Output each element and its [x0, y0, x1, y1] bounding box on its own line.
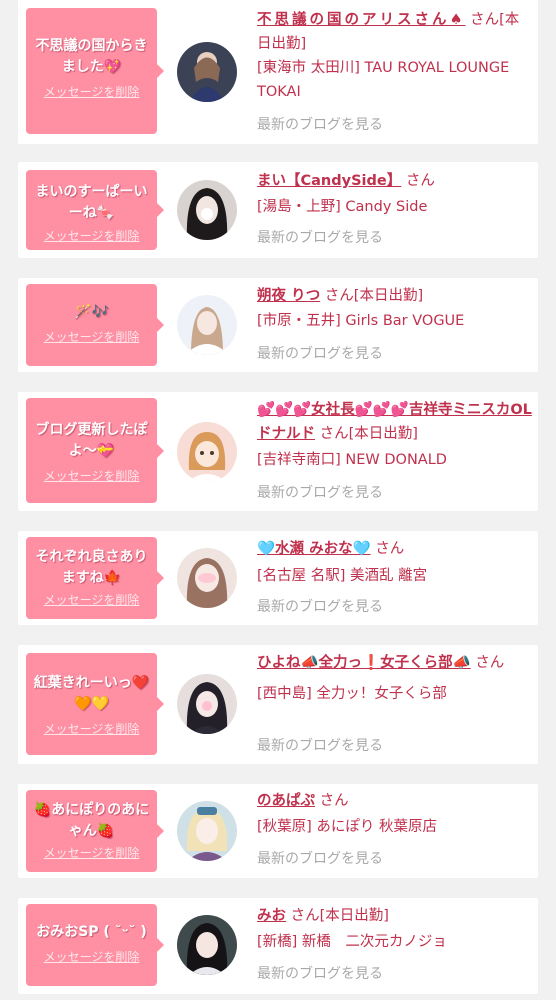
girl-status: さん	[370, 541, 405, 557]
message-text: 🪄🎶	[74, 304, 109, 320]
latest-blog-link[interactable]: 最新のブログを見る	[257, 849, 383, 869]
latest-blog-link[interactable]: 最新のブログを見る	[257, 597, 383, 617]
girl-name-link[interactable]: 不思議の国のアリスさん♠	[257, 12, 466, 28]
latest-blog-link[interactable]: 最新のブログを見る	[257, 228, 383, 248]
delete-message-link[interactable]: メッセージを削除	[32, 329, 151, 345]
message-text: まいのすーぱーいーね🍬	[35, 184, 148, 221]
girl-name-link[interactable]: みお	[257, 908, 286, 924]
shop-name: [吉祥寺南口] NEW DONALD	[257, 452, 447, 468]
delete-message-link[interactable]: メッセージを削除	[32, 228, 151, 244]
message-bubble: 🍓あにぽりのあにゃん🍓 メッセージを削除	[26, 790, 164, 872]
latest-blog-link[interactable]: 最新のブログを見る	[257, 736, 383, 756]
girl-info: 朔夜 りつ さん[本日出勤] [市原・五井] Girls Bar VOGUE	[257, 284, 532, 333]
avatar[interactable]	[177, 548, 237, 608]
girl-status: さん	[470, 655, 505, 671]
avatar[interactable]	[177, 422, 237, 482]
shop-name: [西中島] 全力ッ！女子くら部	[257, 686, 447, 702]
delete-message-link[interactable]: メッセージを削除	[32, 592, 151, 608]
avatar[interactable]	[177, 42, 237, 102]
avatar[interactable]	[177, 801, 237, 861]
girl-name-link[interactable]: まい【CandySide】	[257, 173, 401, 189]
shop-name: [名古屋 名駅] 美酒乱 離宮	[257, 568, 428, 584]
message-bubble: 紅葉きれーいっ❤️🧡💛 メッセージを削除	[26, 653, 164, 755]
list-item: まいのすーぱーいーね🍬 メッセージを削除 まい【CandySide】 さん [湯…	[18, 162, 538, 258]
list-item: 🪄🎶 メッセージを削除 朔夜 りつ さん[本日出勤] [市原・五井] Girls…	[18, 278, 538, 372]
delete-message-link[interactable]: メッセージを削除	[32, 468, 151, 484]
girl-name-link[interactable]: 🩵水瀬 みおな🩵	[257, 541, 371, 557]
message-bubble: 🪄🎶 メッセージを削除	[26, 284, 164, 366]
girl-name-link[interactable]: ひよね📣全力っ❗女子くら部📣	[257, 655, 471, 671]
girl-info: みお さん[本日出勤] [新橋] 新橋 二次元カノジョ	[257, 904, 532, 954]
girl-status: さん[本日出勤]	[315, 426, 418, 442]
girl-info: 💕💕💕女社長💕💕💕吉祥寺ミニスカOLドナルド さん[本日出勤] [吉祥寺南口] …	[257, 398, 532, 472]
avatar[interactable]	[177, 674, 237, 734]
message-text: 紅葉きれーいっ❤️🧡💛	[33, 675, 150, 712]
girl-status: さん[本日出勤]	[320, 288, 424, 304]
message-bubble: おみおSP ( ˘ᵕ˘ ) メッセージを削除	[26, 904, 164, 986]
girl-info: 🩵水瀬 みおな🩵 さん [名古屋 名駅] 美酒乱 離宮	[257, 537, 532, 588]
girl-status: さん	[401, 173, 435, 189]
avatar[interactable]	[177, 915, 237, 975]
list-item: それぞれ良さありますね🍁 メッセージを削除 🩵水瀬 みおな🩵 さん [名古屋 名…	[18, 531, 538, 625]
latest-blog-link[interactable]: 最新のブログを見る	[257, 483, 383, 503]
delete-message-link[interactable]: メッセージを削除	[32, 84, 151, 100]
message-bubble: 不思議の国からきました💖 メッセージを削除	[26, 8, 164, 134]
girl-status: さん[本日出勤]	[286, 908, 389, 924]
girl-status: さん	[315, 793, 349, 809]
message-text: おみおSP ( ˘ᵕ˘ )	[36, 924, 147, 940]
delete-message-link[interactable]: メッセージを削除	[32, 949, 151, 965]
list-item: ブログ更新したぽよ〜💝 メッセージを削除 💕💕💕女社長💕💕💕吉祥寺ミニスカOLド…	[18, 392, 538, 511]
girl-info: 不思議の国のアリスさん♠ さん[本日出勤] [東海市 太田川] TAU ROYA…	[257, 8, 532, 104]
girl-info: ひよね📣全力っ❗女子くら部📣 さん [西中島] 全力ッ！女子くら部	[257, 651, 532, 706]
message-bubble: ブログ更新したぽよ〜💝 メッセージを削除	[26, 398, 164, 503]
message-text: 不思議の国からきました💖	[35, 38, 148, 75]
list-item: おみおSP ( ˘ᵕ˘ ) メッセージを削除 みお さん[本日出勤] [新橋] …	[18, 898, 538, 994]
shop-name: [新橋] 新橋 二次元カノジョ	[257, 934, 447, 950]
list-item: 不思議の国からきました💖 メッセージを削除 不思議の国のアリスさん♠ さん[本日…	[18, 0, 538, 144]
message-bubble: まいのすーぱーいーね🍬 メッセージを削除	[26, 170, 164, 250]
latest-blog-link[interactable]: 最新のブログを見る	[257, 964, 383, 984]
shop-name: [湯島・上野] Candy Side	[257, 199, 428, 215]
shop-name: [市原・五井] Girls Bar VOGUE	[257, 313, 465, 329]
avatar[interactable]	[177, 180, 237, 240]
girl-name-link[interactable]: 朔夜 りつ	[257, 288, 320, 304]
girl-name-link[interactable]: のあぱぷ	[257, 793, 315, 809]
message-feed: 不思議の国からきました💖 メッセージを削除 不思議の国のアリスさん♠ さん[本日…	[0, 0, 556, 1000]
avatar[interactable]	[177, 295, 237, 355]
girl-info: まい【CandySide】 さん [湯島・上野] Candy Side	[257, 169, 532, 219]
delete-message-link[interactable]: メッセージを削除	[32, 721, 151, 737]
delete-message-link[interactable]: メッセージを削除	[32, 845, 151, 861]
girl-info: のあぱぷ さん [秋葉原] あにぽり 秋葉原店	[257, 789, 532, 839]
shop-name: [東海市 太田川] TAU ROYAL LOUNGE TOKAI	[257, 60, 510, 100]
list-item: 紅葉きれーいっ❤️🧡💛 メッセージを削除 ひよね📣全力っ❗女子くら部📣 さん […	[18, 645, 538, 764]
list-item: 🍓あにぽりのあにゃん🍓 メッセージを削除 のあぱぷ さん [秋葉原] あにぽり …	[18, 784, 538, 878]
latest-blog-link[interactable]: 最新のブログを見る	[257, 115, 383, 135]
message-text: 🍓あにぽりのあにゃん🍓	[33, 802, 150, 839]
message-bubble: それぞれ良さありますね🍁 メッセージを削除	[26, 537, 164, 619]
message-text: ブログ更新したぽよ〜💝	[35, 422, 148, 459]
shop-name: [秋葉原] あにぽり 秋葉原店	[257, 819, 438, 835]
latest-blog-link[interactable]: 最新のブログを見る	[257, 344, 383, 364]
message-text: それぞれ良さありますね🍁	[35, 549, 148, 586]
